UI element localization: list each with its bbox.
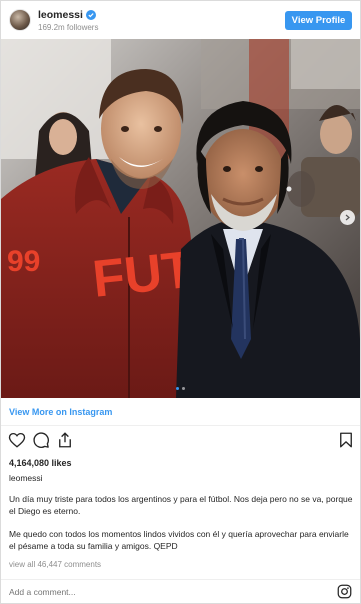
action-bar [1, 431, 360, 453]
post-photo[interactable]: FUT 99 [1, 39, 360, 398]
photo-illustration: FUT 99 [1, 39, 360, 398]
view-all-comments-link[interactable]: view all 46,447 comments [9, 560, 101, 569]
share-icon[interactable] [56, 431, 74, 449]
bookmark-icon[interactable] [337, 431, 355, 449]
post-caption: Un día muy triste para todos los argenti… [9, 493, 355, 563]
username-row[interactable]: leomessi [38, 9, 96, 21]
followers-count: 169.2m followers [38, 23, 99, 32]
instagram-embed-card: leomessi 169.2m followers View Profile F… [0, 0, 361, 604]
likes-count[interactable]: 4,164,080 likes [9, 458, 72, 468]
view-more-link[interactable]: View More on Instagram [9, 407, 112, 417]
post-header: leomessi 169.2m followers View Profile [1, 1, 360, 39]
comment-input[interactable] [9, 585, 309, 599]
verified-badge-icon [85, 10, 96, 20]
chevron-right-icon [345, 214, 350, 221]
carousel-dot[interactable] [182, 387, 185, 390]
view-profile-button[interactable]: View Profile [285, 11, 352, 30]
comment-icon[interactable] [32, 431, 50, 449]
jersey-number: 99 [7, 245, 40, 278]
carousel-next-button[interactable] [340, 210, 355, 225]
view-more-bar[interactable]: View More on Instagram [1, 398, 360, 426]
caption-paragraph-1: Un día muy triste para todos los argenti… [9, 494, 353, 516]
comment-bar [1, 579, 360, 603]
caption-paragraph-2: Me quedo con todos los momentos lindos v… [9, 529, 349, 551]
instagram-logo-icon[interactable] [337, 584, 352, 599]
username[interactable]: leomessi [38, 9, 83, 21]
carousel-dots [1, 387, 360, 390]
carousel-dot-active[interactable] [176, 387, 179, 390]
caption-username[interactable]: leomessi [9, 473, 43, 483]
avatar[interactable] [9, 9, 31, 31]
heart-icon[interactable] [8, 431, 26, 449]
